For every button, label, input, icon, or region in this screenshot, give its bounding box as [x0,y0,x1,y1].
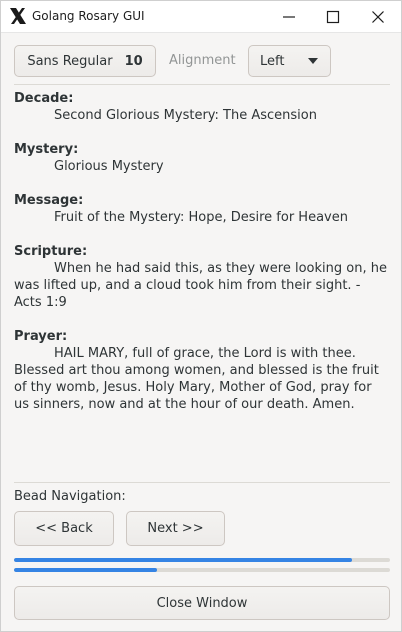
bead-navigation-label: Bead Navigation: [14,489,126,504]
bead-progress-fill [14,568,157,572]
next-button[interactable]: Next >> [126,511,225,546]
decade-progress-fill [14,558,353,562]
close-icon [372,11,384,23]
close-window-button[interactable]: Close Window [14,586,390,620]
toolbar: Sans Regular 10 Alignment Left [1,33,401,85]
font-chooser-button[interactable]: Sans Regular 10 [14,45,156,77]
bead-progress-bar [14,568,390,572]
app-window: Golang Rosary GUI Sans Regular 10 Alignm… [0,0,402,632]
minimize-icon [283,16,295,18]
chevron-down-icon [308,58,318,64]
window-title: Golang Rosary GUI [32,9,145,23]
divider [14,84,390,85]
minimize-button[interactable] [278,6,300,28]
scripture-label: Scripture: [14,244,88,259]
maximize-icon [326,10,340,24]
decade-progress-bar [14,558,390,562]
decade-label: Decade: [14,91,74,106]
title-bar[interactable]: Golang Rosary GUI [1,1,401,33]
font-size: 10 [124,53,143,69]
mystery-section: Mystery: Glorious Mystery [14,141,390,175]
mystery-text: Glorious Mystery [54,159,164,174]
scripture-text: When he had said this, as they were look… [14,261,387,310]
font-name: Sans Regular [27,53,113,69]
mystery-content: Decade: Second Glorious Mystery: The Asc… [14,90,390,413]
decade-section: Decade: Second Glorious Mystery: The Asc… [14,90,390,124]
maximize-button[interactable] [322,6,344,28]
prayer-text: HAIL MARY, full of grace, the Lord is wi… [14,346,379,412]
message-label: Message: [14,193,84,208]
alignment-label: Alignment [169,53,236,68]
back-button[interactable]: << Back [14,511,114,546]
mystery-label: Mystery: [14,142,79,157]
scripture-section: Scripture: When he had said this, as the… [14,243,390,311]
decade-text: Second Glorious Mystery: The Ascension [54,108,317,123]
prayer-label: Prayer: [14,329,68,344]
alignment-dropdown[interactable]: Left [248,45,331,77]
alignment-value: Left [260,53,285,69]
prayer-section: Prayer: HAIL MARY, full of grace, the Lo… [14,328,390,413]
message-section: Message: Fruit of the Mystery: Hope, Des… [14,192,390,226]
x-logo-icon [9,7,27,25]
close-window-titlebar-button[interactable] [367,6,389,28]
message-text: Fruit of the Mystery: Hope, Desire for H… [54,210,348,225]
divider [14,482,390,483]
